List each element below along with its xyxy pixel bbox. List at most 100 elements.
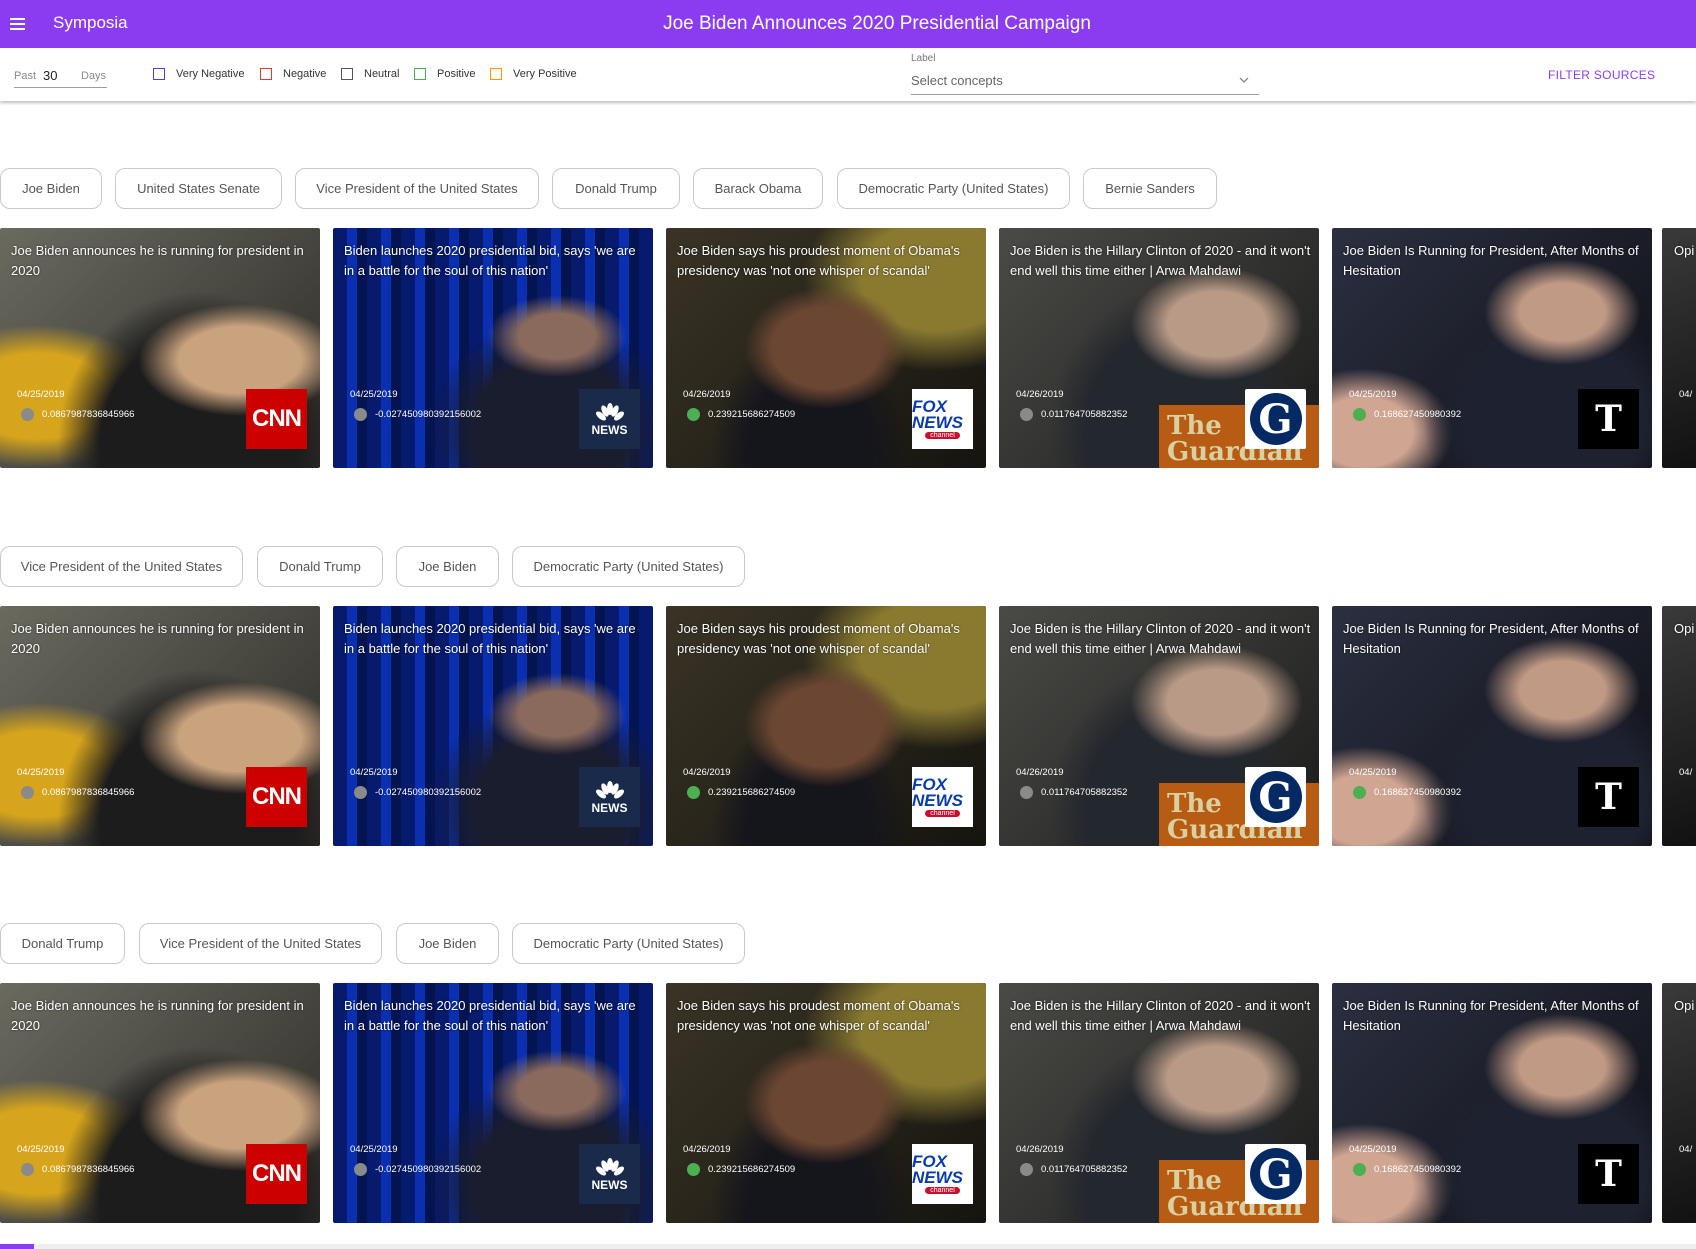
- sentiment-score: 0.011764705882352: [1020, 1163, 1127, 1176]
- source-logo-text: FOX NEWS: [912, 397, 963, 432]
- sentiment-dot-icon: [21, 786, 34, 799]
- concept-chip[interactable]: Donald Trump: [257, 546, 383, 587]
- checkbox-icon[interactable]: [260, 68, 272, 80]
- article-card[interactable]: Joe Biden says his proudest moment of Ob…: [666, 983, 986, 1223]
- sentiment-score: 0.239215686274509: [687, 1163, 795, 1176]
- sentiment-score-value: 0.011764705882352: [1041, 1164, 1128, 1175]
- sentiment-dot-icon: [1020, 786, 1033, 799]
- sentiment-very-negative-checkbox[interactable]: Very Negative: [153, 68, 244, 80]
- article-card[interactable]: Joe Biden says his proudest moment of Ob…: [666, 228, 986, 468]
- sentiment-score: 0.0867987836845966: [21, 786, 134, 799]
- concept-chip[interactable]: Democratic Party (United States): [512, 546, 745, 587]
- concept-chip[interactable]: Democratic Party (United States): [837, 168, 1070, 209]
- sentiment-score: 0.011764705882352: [1020, 408, 1127, 421]
- sentiment-dot-icon: [354, 786, 367, 799]
- sentiment-score-value: -0.027450980392156002: [375, 1164, 482, 1175]
- concept-chip[interactable]: Joe Biden: [396, 546, 499, 587]
- concept-select[interactable]: Label Select concepts: [911, 53, 1259, 95]
- article-date: 04/26/2019: [683, 1144, 731, 1155]
- article-card[interactable]: Joe Biden announces he is running for pr…: [0, 228, 320, 468]
- sentiment-score: 0.011764705882352: [1020, 786, 1127, 799]
- article-card[interactable]: Joe Biden announces he is running for pr…: [0, 983, 320, 1223]
- filter-sources-button[interactable]: FILTER SOURCES: [1548, 68, 1655, 82]
- checkbox-icon[interactable]: [414, 68, 426, 80]
- horizontal-scrollbar[interactable]: [0, 1244, 1696, 1249]
- app-bar: Symposia Joe Biden Announces 2020 Presid…: [0, 0, 1696, 48]
- checkbox-icon[interactable]: [490, 68, 502, 80]
- sentiment-score-value: 0.168627450980392: [1374, 787, 1462, 798]
- article-date: 04/26/2019: [683, 389, 731, 400]
- article-date: 04/: [1679, 1144, 1693, 1155]
- nyt-logo: T: [1578, 389, 1639, 449]
- article-date: 04/26/2019: [1016, 389, 1064, 400]
- article-card[interactable]: Joe Biden Is Running for President, Afte…: [1332, 983, 1652, 1223]
- article-carousel: Joe Biden announces he is running for pr…: [0, 983, 1696, 1223]
- source-logo-text: NEWS: [591, 1177, 628, 1192]
- sentiment-score: -0.027450980392156002: [354, 786, 481, 799]
- past-days-field[interactable]: Past 30 Days: [14, 66, 107, 88]
- source-logo-text: G: [1249, 393, 1302, 445]
- article-card[interactable]: The Guardian Joe Biden is the Hillary Cl…: [999, 606, 1319, 846]
- sentiment-score-value: -0.027450980392156002: [375, 787, 482, 798]
- concept-chip[interactable]: Donald Trump: [0, 923, 125, 964]
- past-days-value[interactable]: 30: [43, 68, 57, 83]
- checkbox-icon[interactable]: [341, 68, 353, 80]
- article-headline: Joe Biden is the Hillary Clinton of 2020…: [1010, 621, 1311, 656]
- source-logo-text: NEWS: [591, 422, 628, 437]
- checkbox-label: Very Negative: [176, 68, 245, 80]
- article-date: 04/26/2019: [683, 767, 731, 778]
- article-card-partial[interactable]: Opi 04/: [1662, 983, 1696, 1223]
- concept-chip[interactable]: Vice President of the United States: [0, 546, 243, 587]
- sentiment-neutral-checkbox[interactable]: Neutral: [341, 68, 399, 80]
- sentiment-score-value: 0.239215686274509: [708, 409, 796, 420]
- article-card[interactable]: Joe Biden says his proudest moment of Ob…: [666, 606, 986, 846]
- concept-chip[interactable]: Joe Biden: [396, 923, 499, 964]
- checkbox-icon[interactable]: [153, 68, 165, 80]
- article-card[interactable]: Biden launches 2020 presidential bid, sa…: [333, 228, 653, 468]
- concept-chip[interactable]: Bernie Sanders: [1083, 168, 1217, 209]
- article-card[interactable]: The Guardian Joe Biden is the Hillary Cl…: [999, 983, 1319, 1223]
- concept-chip[interactable]: Barack Obama: [693, 168, 823, 209]
- sentiment-score: 0.168627450980392: [1353, 786, 1461, 799]
- sentiment-score-value: 0.239215686274509: [708, 787, 796, 798]
- article-card[interactable]: Biden launches 2020 presidential bid, sa…: [333, 606, 653, 846]
- article-date: 04/25/2019: [17, 767, 65, 778]
- sentiment-negative-checkbox[interactable]: Negative: [260, 68, 326, 80]
- article-card-partial[interactable]: Opi 04/: [1662, 228, 1696, 468]
- article-card-partial[interactable]: Opi 04/: [1662, 606, 1696, 846]
- source-logo-text: FOX NEWS: [912, 775, 963, 810]
- sentiment-score: 0.239215686274509: [687, 408, 795, 421]
- scrollbar-thumb[interactable]: [0, 1244, 34, 1249]
- sentiment-score-value: 0.011764705882352: [1041, 787, 1128, 798]
- peacock-icon: [595, 1157, 624, 1175]
- article-date: 04/26/2019: [1016, 1144, 1064, 1155]
- source-logo-text: G: [1249, 771, 1302, 823]
- article-card[interactable]: The Guardian Joe Biden is the Hillary Cl…: [999, 228, 1319, 468]
- concept-chip[interactable]: Vice President of the United States: [295, 168, 539, 209]
- article-date: 04/25/2019: [1349, 767, 1397, 778]
- article-card[interactable]: Biden launches 2020 presidential bid, sa…: [333, 983, 653, 1223]
- filter-toolbar: Past 30 Days Very Negative Negative Neut…: [0, 48, 1696, 101]
- peacock-icon: [595, 402, 624, 420]
- sentiment-score-value: 0.0867987836845966: [42, 1164, 135, 1175]
- source-logo-text: T: [1595, 1153, 1622, 1195]
- concept-chip[interactable]: Donald Trump: [552, 168, 680, 209]
- article-card[interactable]: Joe Biden announces he is running for pr…: [0, 606, 320, 846]
- concept-chip[interactable]: United States Senate: [115, 168, 282, 209]
- sentiment-very-positive-checkbox[interactable]: Very Positive: [490, 68, 577, 80]
- sentiment-score: 0.0867987836845966: [21, 1163, 134, 1176]
- source-logo-text: FOX NEWS: [912, 1152, 963, 1187]
- fox-channel-badge: channel: [925, 432, 960, 439]
- chevron-down-icon[interactable]: [1237, 73, 1251, 87]
- article-card[interactable]: Joe Biden Is Running for President, Afte…: [1332, 606, 1652, 846]
- concept-chip[interactable]: Vice President of the United States: [139, 923, 382, 964]
- source-logo-text: CNN: [252, 405, 302, 432]
- article-headline: Opi: [1674, 243, 1695, 258]
- article-headline: Biden launches 2020 presidential bid, sa…: [344, 998, 636, 1033]
- sentiment-positive-checkbox[interactable]: Positive: [414, 68, 476, 80]
- concept-chip[interactable]: Joe Biden: [0, 168, 102, 209]
- article-card[interactable]: Joe Biden Is Running for President, Afte…: [1332, 228, 1652, 468]
- concept-chip[interactable]: Democratic Party (United States): [512, 923, 745, 964]
- nbc-news-logo: NEWS: [579, 389, 640, 449]
- article-headline: Opi: [1674, 621, 1695, 636]
